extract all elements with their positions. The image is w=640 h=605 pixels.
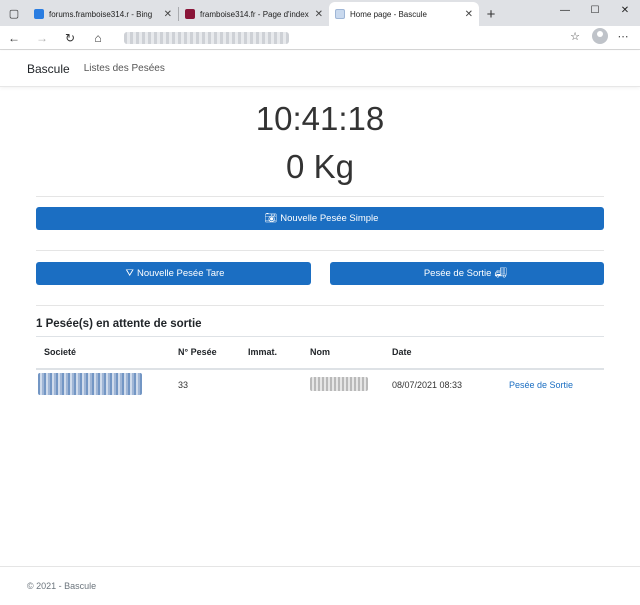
pending-table: Societé N° Pesée Immat. Nom Date 33 08/0… <box>36 336 604 401</box>
tab-actions-icon[interactable]: ▢ <box>0 0 28 26</box>
weight-bag-icon: ⛛ <box>125 268 134 279</box>
tab-title: forums.framboise314.r - Bing <box>49 9 153 19</box>
column-header: Societé <box>36 336 170 370</box>
tab-title: framboise314.fr - Page d'index <box>200 9 309 19</box>
browser-tab-bing[interactable]: forums.framboise314.r - Bing ✕ <box>28 2 178 26</box>
forward-icon[interactable]: → <box>28 26 56 50</box>
cell-societe <box>36 369 170 401</box>
column-header <box>501 336 604 370</box>
tab-close-icon[interactable]: ✕ <box>315 9 323 20</box>
button-label: Pesée de Sortie <box>423 268 492 279</box>
address-input[interactable] <box>118 29 578 47</box>
window-controls: — ☐ ✕ <box>550 0 640 20</box>
tab-title: Home page - Bascule <box>350 9 427 19</box>
tab-close-icon[interactable]: ✕ <box>465 9 473 20</box>
column-header: N° Pesée <box>170 336 240 370</box>
redacted-name <box>310 377 368 391</box>
table-row: 33 08/07/2021 08:33 Pesée de Sortie <box>36 369 604 401</box>
truck-icon: 🚚︎ <box>494 268 508 279</box>
browser-tab-bar: ▢ forums.framboise314.r - Bing ✕ framboi… <box>0 0 640 26</box>
table-header-row: Societé N° Pesée Immat. Nom Date <box>36 336 604 370</box>
divider <box>36 250 604 251</box>
camera-icon: 📷︎ <box>264 213 278 224</box>
minimize-icon[interactable]: — <box>550 0 580 20</box>
footer: © 2021 - Bascule <box>0 566 640 605</box>
new-simple-weighing-button[interactable]: 📷︎ Nouvelle Pesée Simple <box>36 207 604 230</box>
profile-avatar[interactable] <box>592 28 608 44</box>
exit-weighing-button[interactable]: Pesée de Sortie 🚚︎ <box>330 262 604 285</box>
column-header: Date <box>384 336 501 370</box>
raspberry-favicon-icon <box>185 9 195 19</box>
exit-weighing-link[interactable]: Pesée de Sortie <box>509 380 573 390</box>
new-tab-icon[interactable]: + <box>479 2 503 26</box>
close-window-icon[interactable]: ✕ <box>610 0 640 20</box>
bing-favicon-icon <box>34 9 44 19</box>
browser-tab-framboise[interactable]: framboise314.fr - Page d'index ✕ <box>179 2 329 26</box>
tab-close-icon[interactable]: ✕ <box>164 9 172 20</box>
site-navbar: Bascule Listes des Pesées <box>0 51 640 87</box>
button-label: Nouvelle Pesée Simple <box>280 213 379 224</box>
site-brand[interactable]: Bascule <box>27 62 70 76</box>
refresh-icon[interactable]: ↻ <box>56 26 84 50</box>
more-menu-icon[interactable]: ⋯ <box>614 30 632 43</box>
maximize-icon[interactable]: ☐ <box>580 0 610 20</box>
column-header: Immat. <box>240 336 302 370</box>
page-favicon-icon <box>335 9 345 19</box>
redacted-company <box>38 373 142 395</box>
back-icon[interactable]: ← <box>0 26 28 50</box>
cell-immat <box>240 369 302 401</box>
nav-link-listes[interactable]: Listes des Pesées <box>84 63 165 74</box>
cell-action: Pesée de Sortie <box>501 369 604 401</box>
favorites-star-icon[interactable]: ☆ <box>564 30 586 43</box>
cell-date: 08/07/2021 08:33 <box>392 380 463 390</box>
column-header: Nom <box>302 336 384 370</box>
new-tare-weighing-button[interactable]: ⛛ Nouvelle Pesée Tare <box>36 262 311 285</box>
pending-title: 1 Pesée(s) en attente de sortie <box>36 318 202 330</box>
divider <box>36 305 604 306</box>
divider <box>36 196 604 197</box>
toolbar-right: ☆ ⋯ <box>564 28 632 44</box>
home-icon[interactable]: ⌂ <box>84 26 112 50</box>
footer-text: © 2021 - Bascule <box>27 581 97 591</box>
clock-display: 10:41:18 <box>255 100 385 137</box>
weight-display: 0 Kg <box>286 148 354 185</box>
redacted-url <box>124 32 289 44</box>
cell-nom <box>302 369 384 401</box>
button-label: Nouvelle Pesée Tare <box>136 268 225 279</box>
browser-tab-bascule[interactable]: Home page - Bascule ✕ <box>329 2 479 26</box>
browser-toolbar: ← → ↻ ⌂ ☆ ⋯ <box>0 26 640 50</box>
cell-numero: 33 <box>178 380 189 390</box>
